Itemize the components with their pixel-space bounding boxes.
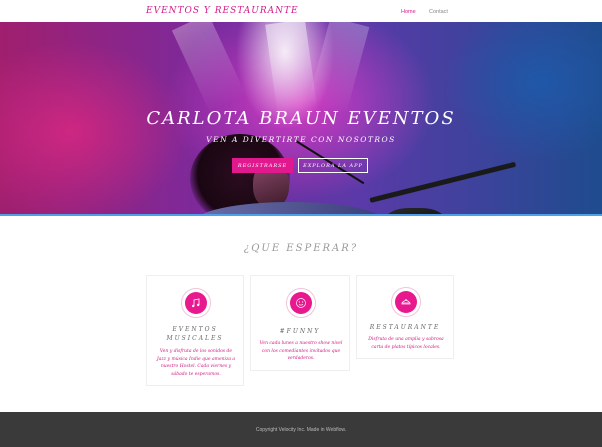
- footer: Copyright Velocity Inc. Made in Webflow.: [0, 412, 602, 447]
- register-button[interactable]: REGISTRARSE: [232, 158, 293, 173]
- card-description: Ven y disfruta de los sonidos de Jazz y …: [156, 349, 236, 377]
- top-navbar: EVENTOS Y RESTAURANTE Home Contact: [0, 0, 602, 22]
- feature-card-restaurant: RESTAURANTE Disfruta de una amplia y sab…: [356, 275, 454, 359]
- card-title: #FUNNY: [279, 328, 321, 335]
- hero-banner: CARLOTA BRAUN EVENTOS VEN A DIVERTIRTE C…: [0, 22, 602, 216]
- stage-light-beam: [171, 22, 247, 113]
- feature-card-music: EVENTOS MUSICALES Ven y disfruta de los …: [146, 275, 244, 386]
- card-description: Disfruta de una amplia y sabrosa carta d…: [368, 337, 444, 350]
- nav-link-home[interactable]: Home: [401, 9, 416, 15]
- nav-link-contact[interactable]: Contact: [429, 9, 448, 15]
- section-title: ¿QUE ESPERAR?: [243, 243, 359, 254]
- card-icon-ring: [181, 288, 211, 318]
- stage-light-beam: [307, 22, 370, 115]
- guitar-neck: [369, 161, 517, 203]
- brand-logo-text[interactable]: EVENTOS Y RESTAURANTE: [146, 6, 299, 16]
- footer-copyright: Copyright Velocity Inc. Made in Webflow.: [255, 427, 347, 433]
- card-description: Ven cada lunes a nuestro show nivel con …: [259, 341, 343, 361]
- smile-face-icon: [290, 292, 312, 314]
- dish-icon: [395, 291, 417, 313]
- card-icon-ring: [391, 287, 421, 317]
- card-title: RESTAURANTE: [369, 324, 441, 331]
- explore-app-button[interactable]: EXPLORA LA APP: [298, 158, 368, 173]
- card-icon-ring: [286, 288, 316, 318]
- hero-bottom-border: [0, 214, 602, 216]
- card-title: EVENTOS: [172, 326, 218, 333]
- music-note-icon: [185, 292, 207, 314]
- hero-subtitle: VEN A DIVERTIRTE CON NOSOTROS: [206, 135, 396, 144]
- card-title: MUSICALES: [166, 335, 224, 342]
- feature-card-funny: #FUNNY Ven cada lunes a nuestro show niv…: [250, 275, 350, 371]
- hero-title: CARLOTA BRAUN EVENTOS: [146, 108, 456, 129]
